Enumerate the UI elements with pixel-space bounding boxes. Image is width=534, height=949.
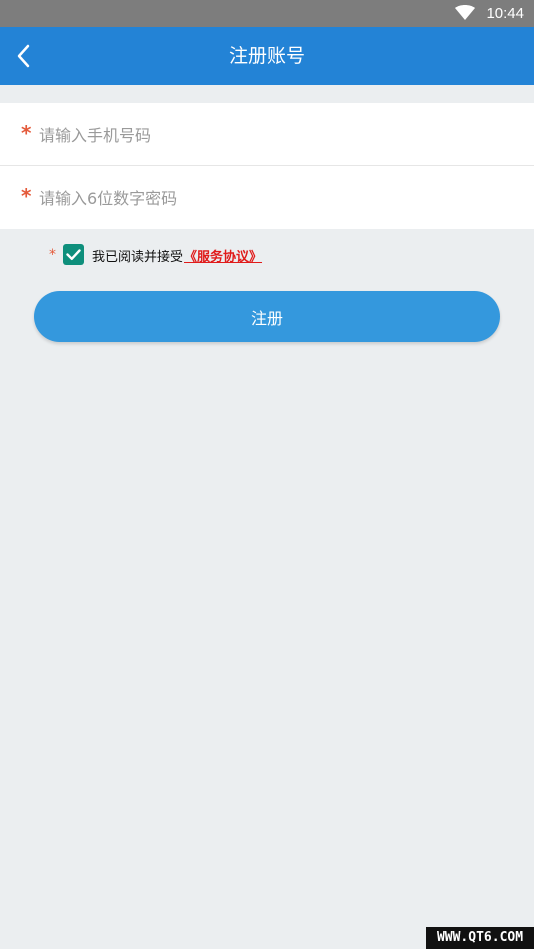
- phone-row: *: [0, 103, 534, 166]
- phone-input[interactable]: [37, 117, 521, 153]
- page-title: 注册账号: [228, 45, 305, 67]
- wifi-icon: [455, 5, 475, 20]
- status-time: 10:44: [486, 5, 524, 22]
- register-form: * *: [0, 103, 534, 229]
- password-input[interactable]: [37, 180, 521, 216]
- required-mark: *: [49, 247, 56, 263]
- required-mark: *: [21, 184, 32, 208]
- agreement-row: * 我已阅读并接受 《服务协议》: [0, 242, 534, 268]
- password-row: *: [0, 166, 534, 228]
- register-button[interactable]: 注册: [34, 291, 500, 342]
- checkmark-icon: [66, 249, 81, 260]
- status-bar: 10:44: [0, 0, 534, 27]
- required-mark: *: [21, 121, 32, 145]
- watermark: WWW.QT6.COM: [426, 927, 534, 949]
- app-bar: 注册账号: [0, 27, 534, 85]
- service-agreement-link[interactable]: 《服务协议》: [184, 246, 262, 265]
- agreement-text: 我已阅读并接受: [92, 250, 184, 265]
- agreement-checkbox[interactable]: [63, 244, 84, 265]
